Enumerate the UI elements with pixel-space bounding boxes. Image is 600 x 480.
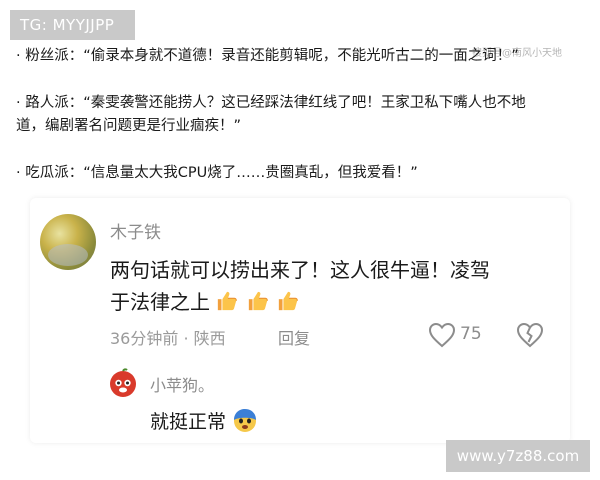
avatar[interactable]	[40, 214, 96, 270]
opinion-fans: · 粉丝派：“偷录本身就不道德！录音还能剪辑呢，不能光听古二的一面之词！”	[16, 48, 519, 64]
comment-text-line1: 两句话就可以捞出来了！这人很牛逼！凌驾	[110, 258, 490, 282]
watermark-tg: TG: MYYJJPP	[10, 10, 135, 40]
opinion-onlookers: · 吃瓜派：“信息量太大我CPU烧了……贵圈真乱，但我爱看！”	[16, 165, 418, 181]
heart-icon[interactable]	[428, 322, 456, 348]
comment-text: 于法律之上	[110, 290, 210, 314]
broken-heart-icon[interactable]	[516, 322, 544, 348]
reply-text: 就挺正常	[150, 411, 227, 433]
scared-face-icon	[234, 409, 257, 432]
reply-button[interactable]: 回复	[278, 325, 310, 349]
comment-time-location: 36分钟前 · 陕西	[110, 329, 226, 348]
comment-username[interactable]: 木子铁	[110, 218, 161, 243]
opinion-passerby-1: · 路人派：“秦雯袭警还能捞人？这已经踩法律红线了吧！王家卫私下嘴人也不地	[16, 95, 526, 111]
thumbs-up-icon	[248, 291, 268, 311]
opinion-passerby-2: 道，编剧署名问题更是行业痼疾！”	[16, 118, 242, 134]
like-count: 75	[460, 324, 482, 344]
thumbs-up-icon	[278, 291, 298, 311]
thumbs-up-icon	[218, 291, 238, 311]
reply-text-line: 就挺正常	[150, 407, 258, 434]
comment-text-line2: 于法律之上	[110, 286, 301, 315]
reply-username[interactable]: 小苹狗。	[150, 372, 214, 396]
apple-dog-icon[interactable]	[108, 368, 138, 398]
watermark-site: www.y7z88.com	[446, 440, 590, 472]
